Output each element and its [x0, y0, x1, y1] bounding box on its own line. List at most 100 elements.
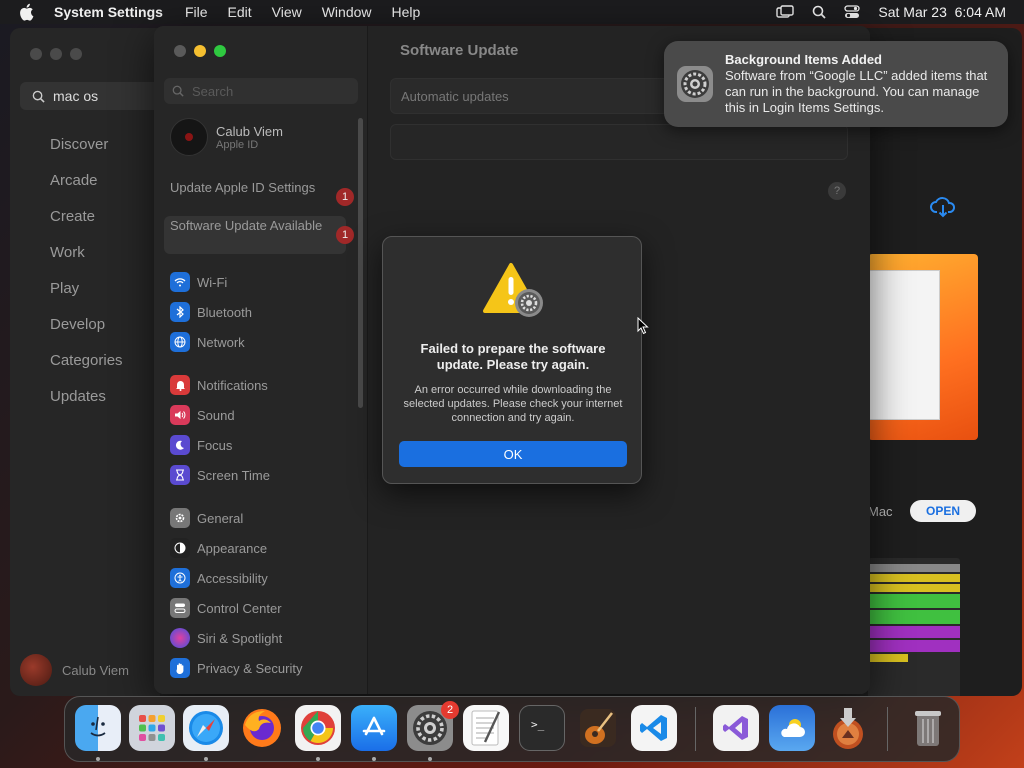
system-settings-dock-icon[interactable]: 2: [407, 701, 459, 751]
finder-icon[interactable]: [75, 705, 121, 751]
zoom-button[interactable]: [214, 45, 226, 57]
weather-icon[interactable]: [769, 705, 815, 751]
update-apple-id-settings[interactable]: Update Apple ID Settings 1: [164, 178, 354, 216]
notification-title: Background Items Added: [725, 52, 882, 67]
firefox-icon[interactable]: [239, 705, 285, 751]
screen-mirroring-icon[interactable]: [776, 5, 795, 19]
notification-banner[interactable]: Background Items Added Software from “Go…: [664, 41, 1008, 127]
close-button[interactable]: [174, 45, 186, 57]
sidebar-item-notifications[interactable]: Notifications: [170, 375, 268, 395]
spotlight-search-icon[interactable]: [812, 5, 827, 19]
sidebar-item-label: Notifications: [197, 377, 268, 393]
notice-label: Update Apple ID Settings: [170, 180, 316, 195]
open-button[interactable]: OPEN: [910, 500, 976, 522]
software-update-available[interactable]: Software Update Available 1: [164, 216, 354, 254]
globe-icon: [170, 332, 190, 352]
alert-title: Failed to prepare the software update. P…: [420, 341, 606, 372]
appearance-icon: [170, 538, 190, 558]
app-store-icon[interactable]: [351, 705, 397, 751]
search-icon: [172, 85, 184, 97]
notification-body: Software from “Google LLC” added items t…: [725, 68, 988, 115]
download-cloud-icon[interactable]: [930, 196, 956, 223]
sidebar-item-accessibility[interactable]: Accessibility: [170, 568, 268, 588]
zoom-button[interactable]: [70, 48, 82, 60]
track-bar: [868, 594, 960, 608]
ok-button[interactable]: OK: [399, 441, 627, 467]
sidebar-item-siri-spotlight[interactable]: Siri & Spotlight: [170, 628, 282, 648]
notice-badge: 1: [336, 226, 354, 244]
sidebar-item-appearance[interactable]: Appearance: [170, 538, 267, 558]
sidebar-scrollbar[interactable]: [358, 118, 363, 408]
sidebar-item-focus[interactable]: Focus: [170, 435, 232, 455]
safari-icon[interactable]: [183, 705, 229, 751]
menu-view[interactable]: View: [272, 4, 302, 20]
svg-text:>_: >_: [531, 718, 545, 731]
track-bar: [868, 574, 960, 582]
notice-badge: 1: [336, 188, 354, 206]
moon-icon: [170, 435, 190, 455]
nav-discover[interactable]: Discover: [20, 126, 123, 162]
help-button[interactable]: ?: [828, 182, 846, 200]
error-alert-dialog: Failed to prepare the software update. P…: [382, 236, 642, 484]
sidebar-item-label: Wi-Fi: [197, 274, 228, 290]
search-icon: [32, 90, 45, 103]
mouse-pointer-icon: [637, 316, 649, 340]
nav-updates[interactable]: Updates: [20, 378, 123, 414]
app-store-account[interactable]: Calub Viem: [20, 654, 129, 686]
garageband-screenshot-thumbnail[interactable]: [868, 558, 960, 696]
sidebar-item-wifi[interactable]: Wi-Fi: [170, 272, 227, 292]
app-name-menu[interactable]: System Settings: [54, 4, 163, 20]
menu-file[interactable]: File: [185, 4, 208, 20]
app-store-search-field[interactable]: mac os: [20, 82, 160, 110]
apple-menu-icon[interactable]: [18, 3, 40, 21]
sidebar-item-label: Screen Time: [197, 467, 270, 483]
app-store-traffic-lights: [30, 48, 82, 60]
visual-studio-icon[interactable]: [713, 705, 759, 751]
sidebar-item-control-center[interactable]: Control Center: [170, 598, 282, 618]
sidebar-item-label: Privacy & Security: [197, 660, 303, 676]
sidebar-item-label: General: [197, 510, 244, 526]
settings-traffic-lights: [174, 45, 226, 57]
dock: 2 >_: [64, 696, 960, 762]
apple-id-profile[interactable]: Calub Viem Apple ID: [170, 118, 283, 156]
menu-window[interactable]: Window: [322, 4, 372, 20]
terminal-icon[interactable]: >_: [519, 705, 565, 751]
track-bar: [868, 654, 908, 662]
trash-icon[interactable]: [905, 705, 951, 751]
track-bar: [868, 610, 960, 624]
sidebar-item-general[interactable]: General: [170, 508, 243, 528]
nav-work[interactable]: Work: [20, 234, 123, 270]
nav-arcade[interactable]: Arcade: [20, 162, 123, 198]
nav-create[interactable]: Create: [20, 198, 123, 234]
menubar-clock[interactable]: Sat Mar 23 6:04 AM: [878, 4, 1006, 20]
sidebar-item-bluetooth[interactable]: Bluetooth: [170, 302, 252, 322]
menu-edit[interactable]: Edit: [228, 4, 252, 20]
minimize-button[interactable]: [194, 45, 206, 57]
settings-sidebar: Search Calub Viem Apple ID Update Apple …: [154, 26, 368, 694]
app-screenshot-thumbnail[interactable]: [868, 254, 978, 440]
settings-search-field[interactable]: Search: [164, 78, 358, 104]
minimize-button[interactable]: [50, 48, 62, 60]
nav-play[interactable]: Play: [20, 270, 123, 306]
notification-badge: 2: [441, 701, 459, 719]
sidebar-item-privacy-security[interactable]: Privacy & Security: [170, 658, 302, 678]
account-name: Calub Viem: [62, 662, 129, 678]
sidebar-item-sound[interactable]: Sound: [170, 405, 235, 425]
nav-categories[interactable]: Categories: [20, 342, 123, 378]
menu-help[interactable]: Help: [392, 4, 421, 20]
chrome-icon[interactable]: [295, 705, 341, 751]
sidebar-item-label: Focus: [197, 437, 233, 453]
sidebar-item-network[interactable]: Network: [170, 332, 245, 352]
control-center-icon[interactable]: [844, 5, 861, 19]
running-indicator: [372, 757, 376, 761]
macos-installer-icon[interactable]: [825, 705, 871, 751]
nav-develop[interactable]: Develop: [20, 306, 123, 342]
page-title: Software Update: [400, 42, 519, 59]
close-button[interactable]: [30, 48, 42, 60]
launchpad-icon[interactable]: [129, 705, 175, 751]
garageband-icon[interactable]: [575, 705, 621, 751]
textedit-icon[interactable]: [463, 705, 509, 751]
vscode-icon[interactable]: [631, 705, 677, 751]
sidebar-item-screen-time[interactable]: Screen Time: [170, 465, 270, 485]
sidebar-item-label: Network: [197, 334, 245, 350]
